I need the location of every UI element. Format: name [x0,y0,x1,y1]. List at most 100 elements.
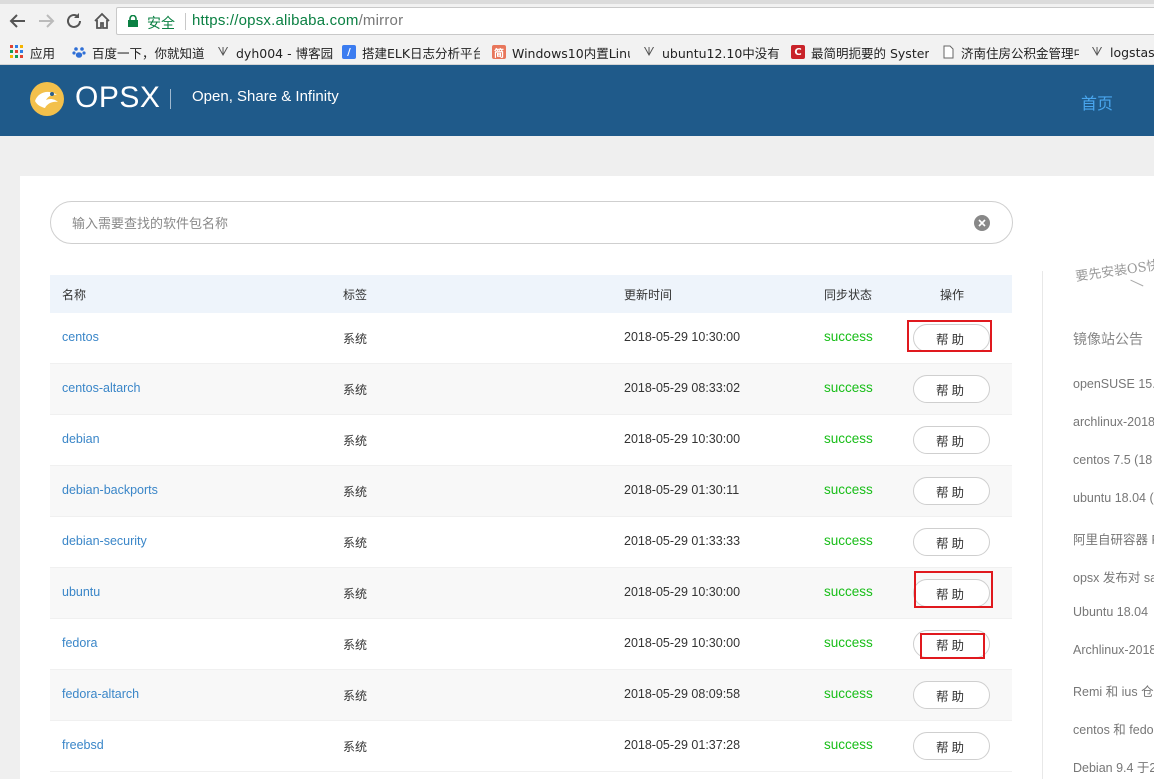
mirror-tag: 系统 [343,587,368,601]
mirror-tag: 系统 [343,485,368,499]
help-button[interactable]: 帮助 [913,732,990,760]
sync-status: success [824,431,873,446]
table-row: centos-altarch 系统 2018-05-29 08:33:02 su… [50,364,1012,415]
mirror-name-link[interactable]: debian-backports [62,483,158,497]
sync-status: success [824,686,873,701]
url-host: https://opsx.alibaba.com [192,12,359,29]
home-button[interactable] [90,9,114,33]
mirror-updated-time: 2018-05-29 01:37:28 [624,738,741,752]
help-button[interactable]: 帮助 [913,681,990,709]
mirror-name-link[interactable]: debian [62,432,100,446]
jianshu-icon: 简 [492,45,506,60]
mirror-name-link[interactable]: fedora-altarch [62,687,139,701]
announcement-link[interactable]: 阿里自研容器 P [1073,529,1154,548]
announcement-link[interactable]: archlinux-2018 [1073,415,1154,429]
bookmark-apps[interactable]: 应用 [10,42,55,62]
bookmark-jinan[interactable]: 济南住房公积金管理中 [941,42,1079,62]
baidu-paw-icon [72,45,86,59]
back-arrow-icon [9,14,25,28]
mirror-panel: 名称 标签 更新时间 同步状态 操作 centos 系统 2018-05-29 … [20,176,1154,779]
annotation-highlight-box [920,633,985,659]
bookmark-label: 搭建ELK日志分析平台 [362,45,480,61]
lock-icon [128,15,138,27]
forward-arrow-icon [39,14,55,28]
bookmark-elk[interactable]: / 搭建ELK日志分析平台 [342,42,480,62]
bookmark-baidu[interactable]: 百度一下，你就知道 [72,42,205,62]
mirror-updated-time: 2018-05-29 01:30:11 [624,483,740,497]
bookmark-label: 百度一下，你就知道 [92,45,205,61]
help-button[interactable]: 帮助 [913,528,990,556]
announcement-link[interactable]: Remi 和 ius 仓 [1073,681,1154,700]
announcement-link[interactable]: Archlinux-2018 [1073,643,1154,657]
table-row: ubuntu 系统 2018-05-29 10:30:00 success 帮助 [50,568,1012,619]
site-tagline: Open, Share & Infinity [192,88,339,105]
announcement-link[interactable]: centos 7.5 (18 [1073,453,1152,467]
mirror-updated-time: 2018-05-29 10:30:00 [624,585,741,599]
reload-icon [67,13,81,28]
reload-button[interactable] [62,9,86,33]
mirror-updated-time: 2018-05-29 08:09:58 [624,687,741,701]
bookmark-label: 应用 [30,45,56,61]
column-header-updated: 更新时间 [624,288,673,302]
bookmark-label: dyh004 - 博客园 [236,45,334,61]
clear-search-button[interactable] [974,215,990,231]
forward-button[interactable] [34,9,58,33]
url-text: https://opsx.alibaba.com/mirror [192,12,403,29]
bookmark-systemd[interactable]: C 最简明扼要的 System [791,42,929,62]
note-icon: / [342,45,356,59]
mirror-updated-time: 2018-05-29 10:30:00 [624,330,741,344]
mirror-name-link[interactable]: centos [62,330,99,344]
bookmark-logstash[interactable]: ᗐ logstas [1090,42,1154,62]
announcement-link[interactable]: opsx 发布对 sa [1073,567,1154,586]
sync-status: success [824,533,873,548]
home-icon [94,12,110,29]
back-button[interactable] [6,9,30,33]
address-bar[interactable]: 安全 https://opsx.alibaba.com/mirror [116,7,1154,35]
mirror-name-link[interactable]: centos-altarch [62,381,141,395]
annotation-highlight-box [907,320,992,352]
table-row: freebsd 系统 2018-05-29 01:37:28 success 帮… [50,721,1012,772]
sync-status: success [824,737,873,752]
opsx-logo-icon[interactable] [29,81,65,117]
mirror-name-link[interactable]: ubuntu [62,585,100,599]
annotation-highlight-box [914,571,993,608]
announcements-title: 镜像站公告 [1073,332,1143,348]
header-divider [170,89,171,109]
csdn-icon: C [791,45,805,59]
bookmark-label: Windows10内置Linu [512,45,630,61]
mirror-updated-time: 2018-05-29 01:33:33 [624,534,741,548]
site-header: OPSX Open, Share & Infinity 首页 [0,65,1154,136]
table-row: fedora 系统 2018-05-29 10:30:00 success 帮助 [50,619,1012,670]
sync-status: success [824,329,873,344]
announcement-link[interactable]: Ubuntu 18.04 [1073,605,1148,619]
bookmark-cnblogs[interactable]: ᗐ dyh004 - 博客园 [216,42,334,62]
announcement-link[interactable]: ubuntu 18.04 ( [1073,491,1154,505]
announcement-link[interactable]: openSUSE 15.0 [1073,377,1154,391]
table-row: fedora-altarch 系统 2018-05-29 08:09:58 su… [50,670,1012,721]
announcement-link[interactable]: centos 和 fedo [1073,719,1154,738]
mirror-tag: 系统 [343,536,368,550]
help-button[interactable]: 帮助 [913,375,990,403]
column-header-actions: 操作 [940,288,965,302]
announcement-link[interactable]: Debian 9.4 于2 [1073,757,1154,776]
mirror-name-link[interactable]: fedora [62,636,97,650]
mirror-name-link[interactable]: freebsd [62,738,104,752]
help-button[interactable]: 帮助 [913,477,990,505]
mirror-name-link[interactable]: debian-security [62,534,147,548]
bookmark-ubuntu[interactable]: ᗐ ubuntu12.10中没有/ [642,42,779,62]
nav-home-link[interactable]: 首页 [1081,90,1113,114]
logo-text[interactable]: OPSX [75,81,160,115]
apps-grid-icon [10,45,24,59]
mirror-tag: 系统 [343,383,368,397]
sync-status: success [824,482,873,497]
bookmark-windows10[interactable]: 简 Windows10内置Linu [492,42,630,62]
mirror-updated-time: 2018-05-29 10:30:00 [624,636,741,650]
sync-status: success [824,584,873,599]
table-row: debian-security 系统 2018-05-29 01:33:33 s… [50,517,1012,568]
url-path: /mirror [358,12,404,29]
mirror-updated-time: 2018-05-29 10:30:00 [624,432,741,446]
search-box [50,201,1013,244]
sidebar-divider [1042,271,1043,779]
help-button[interactable]: 帮助 [913,426,990,454]
search-input[interactable] [70,212,954,236]
